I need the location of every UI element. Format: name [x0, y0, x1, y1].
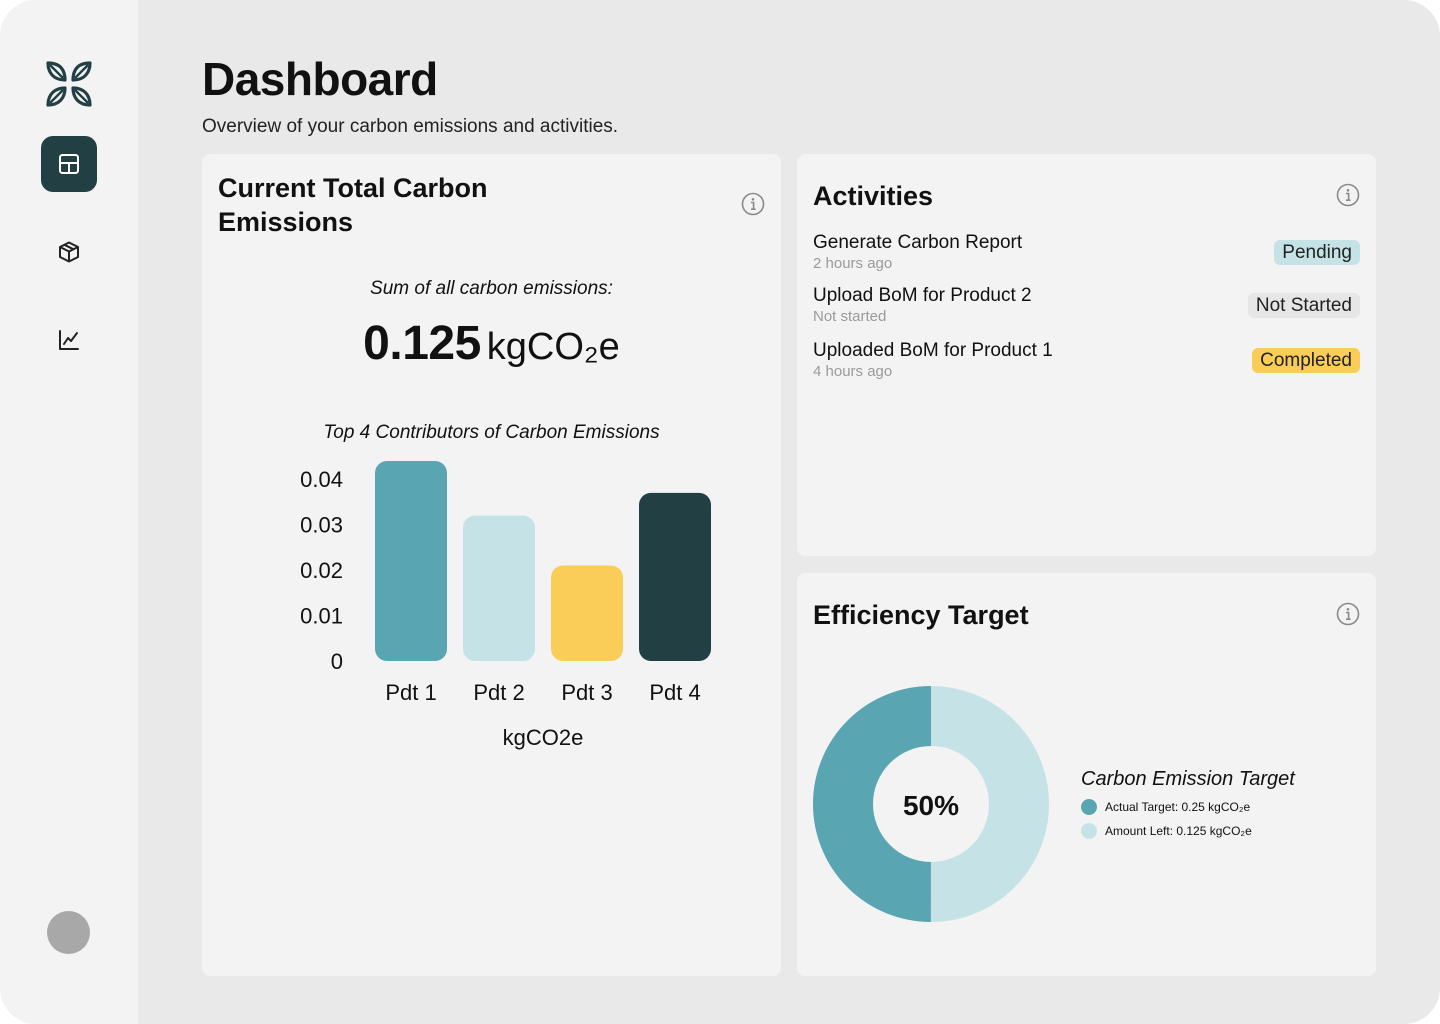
efficiency-target-card: Efficiency Target 50% Carbon Emission Ta… [797, 573, 1376, 976]
x-tick-label: Pdt 2 [473, 680, 524, 705]
sum-label: Sum of all carbon emissions: [370, 278, 613, 299]
bar-pdt-1 [375, 461, 447, 661]
page-title: Dashboard [202, 53, 438, 105]
total-emissions: 0.125 kgCO₂e [202, 316, 781, 371]
donut-legend: Carbon Emission Target Actual Target: 0.… [1081, 768, 1295, 839]
page-subtitle: Overview of your carbon emissions and ac… [202, 116, 619, 137]
app-window: Dashboard Overview of your carbon emissi… [0, 0, 1440, 1024]
activity-title: Upload BoM for Product 2 [813, 285, 1032, 306]
activity-item[interactable]: Generate Carbon Report 2 hours ago Pendi… [813, 232, 1360, 276]
y-tick-label: 0.03 [300, 513, 343, 538]
y-tick-label: 0.02 [300, 558, 343, 583]
card-title: Current Total Carbon Emissions [218, 173, 488, 237]
nav-dashboard-button[interactable] [41, 136, 97, 192]
donut-center-label: 50% [903, 790, 959, 821]
x-axis-label: kgCO2e [503, 725, 584, 750]
status-badge: Not Started [1247, 293, 1360, 318]
legend-label: Actual Target: 0.25 kgCO₂e [1105, 800, 1251, 814]
activity-item[interactable]: Upload BoM for Product 2 Not started Not… [813, 285, 1360, 329]
legend-item: Amount Left: 0.125 kgCO₂e [1081, 823, 1295, 839]
x-tick-label: Pdt 4 [649, 680, 700, 705]
activity-item[interactable]: Uploaded BoM for Product 1 4 hours ago C… [813, 340, 1360, 384]
status-badge: Completed [1252, 348, 1360, 373]
box-icon [59, 241, 79, 263]
legend-swatch [1081, 823, 1097, 839]
card-title: Activities [813, 181, 934, 211]
activity-title: Uploaded BoM for Product 1 [813, 340, 1053, 361]
chart-title: Top 4 Contributors of Carbon Emissions [323, 422, 660, 443]
info-icon[interactable] [741, 192, 765, 216]
x-tick-label: Pdt 3 [561, 680, 612, 705]
nav-analytics-button[interactable] [41, 312, 97, 368]
activities-card: Activities Generate Carbon Report 2 hour… [797, 154, 1376, 556]
bar-pdt-3 [551, 565, 623, 661]
sidebar [0, 0, 138, 1024]
y-tick-label: 0 [331, 649, 343, 674]
legend-item: Actual Target: 0.25 kgCO₂e [1081, 799, 1295, 815]
total-unit: kgCO₂e [486, 326, 620, 368]
total-value: 0.125 [363, 317, 481, 370]
x-tick-label: Pdt 1 [385, 680, 436, 705]
info-icon[interactable] [1336, 183, 1360, 207]
leaf-grid-logo[interactable] [45, 60, 93, 108]
layout-icon [59, 154, 79, 174]
activity-time: 2 hours ago [813, 255, 893, 272]
info-icon[interactable] [1336, 602, 1360, 626]
avatar[interactable] [47, 911, 90, 954]
bar-chart: 0.04 0.03 0.02 0.01 0 Pdt 1 Pdt 2 Pdt 3 Pdt 4 kgC… [300, 461, 711, 750]
bar-pdt-2 [463, 515, 535, 661]
activity-title: Generate Carbon Report [813, 232, 1023, 253]
nav-products-button[interactable] [41, 224, 97, 280]
carbon-emissions-card: Current Total Carbon Emissions Sum of al… [202, 154, 781, 976]
legend-title: Carbon Emission Target [1081, 768, 1295, 790]
legend-swatch [1081, 799, 1097, 815]
line-chart-icon [59, 330, 79, 350]
bar-pdt-4 [639, 492, 711, 661]
activity-time: Not started [813, 308, 887, 325]
status-badge: Pending [1274, 240, 1360, 265]
efficiency-donut-chart: 50% [813, 686, 1049, 922]
y-tick-label: 0.01 [300, 604, 343, 629]
activity-time: 4 hours ago [813, 363, 893, 380]
card-title: Efficiency Target [813, 600, 1029, 630]
y-tick-label: 0.04 [300, 467, 343, 492]
legend-label: Amount Left: 0.125 kgCO₂e [1105, 824, 1252, 838]
